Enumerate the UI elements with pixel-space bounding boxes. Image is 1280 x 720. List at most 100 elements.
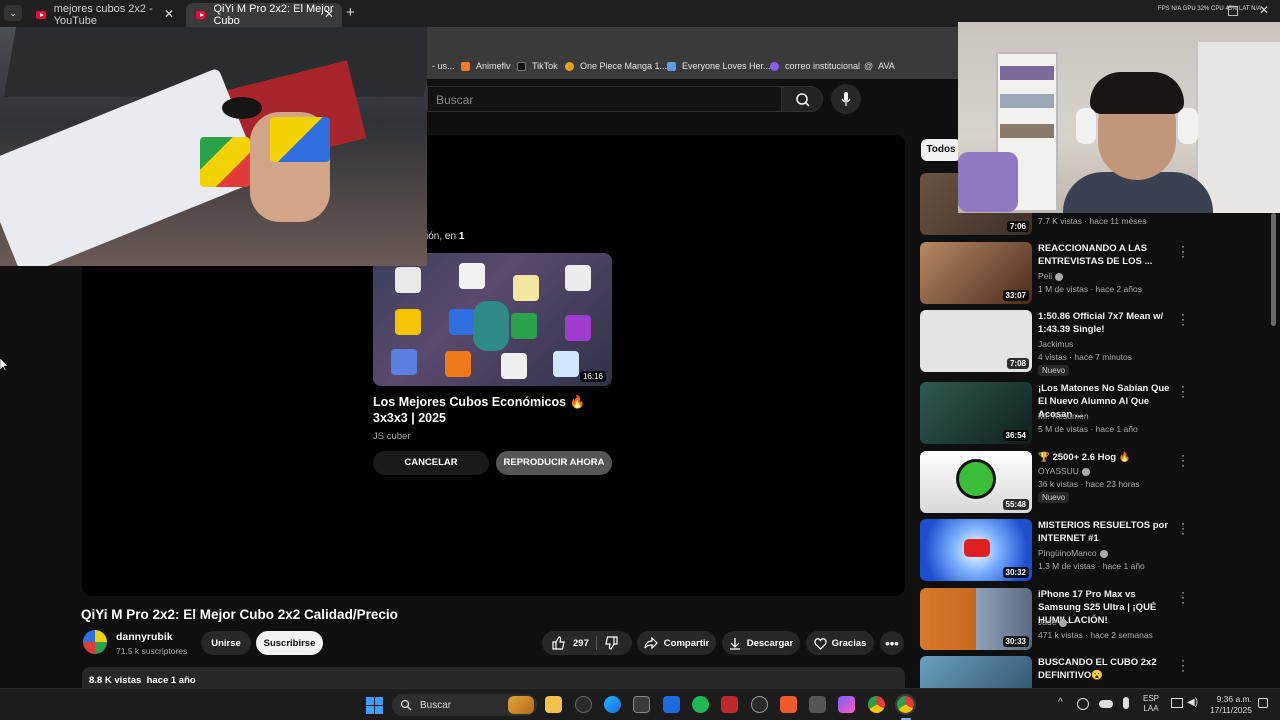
chrome-active-icon[interactable] (895, 694, 916, 715)
channel-name[interactable]: Mr. Resumen (1038, 411, 1089, 421)
new-tab-plus-icon[interactable]: + (346, 4, 355, 21)
channel-name: OYASSUU (1038, 466, 1079, 476)
dislike-icon[interactable] (605, 636, 619, 650)
network-icon[interactable] (1171, 698, 1183, 708)
bookmark-item[interactable]: - us... (432, 61, 455, 71)
onedrive-icon[interactable] (1099, 700, 1113, 708)
recommendation-item[interactable]: 33:07 REACCIONANDO A LAS ENTREVISTAS DE … (920, 240, 1190, 304)
tab-search-chevron-icon[interactable]: ⌄ (4, 5, 22, 21)
recommendation-item[interactable]: 30:32 MISTERIOS RESUELTOS por INTERNET #… (920, 517, 1190, 581)
channel-avatar[interactable] (83, 630, 107, 654)
channel-line[interactable]: PingüinoManco (1038, 548, 1108, 558)
more-vertical-icon[interactable]: · · · (1178, 308, 1188, 330)
more-vertical-icon[interactable]: · · · (1178, 380, 1188, 402)
like-count[interactable]: 297 (573, 638, 589, 649)
subscribe-button[interactable]: Suscribirse (256, 631, 323, 655)
recommendation-item[interactable]: 36:54 ¡Los Matones No Sabían Que El Nuev… (920, 380, 1190, 444)
outlook-icon[interactable] (663, 696, 680, 713)
youtube-favicon-icon (196, 11, 206, 19)
channel-name[interactable]: dannyrubik (116, 631, 173, 643)
tab-qiyi-video[interactable]: QiYi M Pro 2x2: El Mejor Cubo ✕ (186, 3, 342, 27)
app-icon[interactable] (721, 696, 738, 713)
steam-icon[interactable] (751, 696, 768, 713)
notification-bell-icon[interactable] (1258, 698, 1268, 708)
tray-mic-icon[interactable] (1123, 697, 1129, 709)
app-icon[interactable] (575, 696, 592, 713)
thanks-button[interactable]: Gracias (806, 631, 874, 655)
search-input[interactable]: Buscar (427, 86, 782, 112)
view-meta: 471 k vistas · hace 2 semanas (1038, 630, 1153, 640)
share-button[interactable]: Compartir (637, 631, 716, 655)
voice-search-button[interactable] (831, 84, 861, 114)
video-thumbnail[interactable]: 30:32 (920, 519, 1032, 581)
upnext-thumbnail[interactable]: 16:16 (373, 253, 612, 386)
tray-chevron-icon[interactable]: ^ (1058, 697, 1063, 708)
bookmark-item[interactable]: Everyone Loves Her... (667, 61, 771, 71)
video-title[interactable]: BUSCANDO EL CUBO 2x2 DEFINITIVO😮 (1038, 656, 1178, 682)
volume-icon[interactable]: ◀) (1187, 697, 1198, 708)
tab-close-icon[interactable]: ✕ (324, 7, 334, 21)
search-highlight-icon (508, 696, 534, 714)
more-actions-button[interactable]: ••• (880, 631, 904, 655)
cancel-autoplay-button[interactable]: CANCELAR (373, 451, 489, 475)
channel-line[interactable]: Jade (1038, 617, 1068, 627)
more-vertical-icon[interactable]: · · · (1178, 586, 1188, 608)
view-meta: 7.7 K vistas · hace 11 meses (1038, 216, 1147, 226)
search-button[interactable] (781, 86, 823, 112)
bookmark-item[interactable]: TikTok (517, 61, 558, 71)
language-indicator[interactable]: ESP LAA (1143, 694, 1159, 714)
channel-name: Peli (1038, 271, 1053, 281)
tab-mejores-cubos[interactable]: mejores cubos 2x2 - YouTube ✕ (26, 3, 182, 27)
video-thumbnail[interactable]: 30:33 (920, 588, 1032, 650)
filter-chip-all[interactable]: Todos (921, 139, 961, 161)
channel-line[interactable]: OYASSUU (1038, 466, 1090, 476)
subscriber-count: 71.5 k suscriptores (116, 646, 188, 656)
channel-line[interactable]: Peli (1038, 271, 1064, 281)
windows-start-icon[interactable] (366, 697, 383, 714)
window-close-icon[interactable]: ✕ (1259, 3, 1269, 17)
more-vertical-icon[interactable]: · · · (1178, 449, 1188, 471)
recommendation-item[interactable]: BUSCANDO EL CUBO 2x2 DEFINITIVO😮 · · · (920, 656, 1190, 688)
video-thumbnail[interactable]: 36:54 (920, 382, 1032, 444)
upnext-title[interactable]: Los Mejores Cubos Económicos 🔥 3x3x3 | 2… (373, 394, 623, 426)
video-thumbnail[interactable] (920, 656, 1032, 688)
tab-close-icon[interactable]: ✕ (164, 7, 174, 21)
video-title[interactable]: 1:50.86 Official 7x7 Mean w/ 1:43.39 Sin… (1038, 310, 1178, 336)
more-vertical-icon[interactable]: · · · (1178, 656, 1188, 676)
video-title[interactable]: REACCIONANDO A LAS ENTREVISTAS DE LOS ..… (1038, 242, 1178, 268)
more-vertical-icon[interactable]: · · · (1178, 240, 1188, 262)
recommendation-item[interactable]: 30:33 iPhone 17 Pro Max vs Samsung S25 U… (920, 586, 1190, 650)
video-title[interactable]: 🏆 2500+ 2.6 Hog 🔥 (1038, 451, 1178, 464)
bookmark-item[interactable]: correo institucional (770, 61, 860, 71)
download-button[interactable]: Descargar (722, 631, 800, 655)
bookmark-item[interactable]: One Piece Manga 1... (565, 61, 667, 71)
recommendation-item[interactable]: 7:08 1:50.86 Official 7x7 Mean w/ 1:43.3… (920, 308, 1190, 376)
system-clock[interactable]: 9:36 a.m. 17/11/2025 (1204, 694, 1252, 716)
bookmark-item[interactable]: @ AVA (864, 61, 895, 71)
edge-browser-icon[interactable] (604, 696, 621, 713)
more-vertical-icon[interactable]: · · · (1178, 517, 1188, 539)
brave-browser-icon[interactable] (780, 696, 797, 713)
video-thumbnail[interactable]: 7:08 (920, 310, 1032, 372)
play-now-button[interactable]: REPRODUCIR AHORA (496, 451, 612, 475)
calculator-icon[interactable] (809, 696, 826, 713)
sidebar-scrollbar[interactable] (1271, 213, 1276, 326)
taskbar-search[interactable]: Buscar (392, 694, 537, 716)
chair-shape (958, 152, 1018, 212)
join-button[interactable]: Unirse (201, 631, 251, 655)
spotify-icon[interactable] (692, 696, 709, 713)
like-icon[interactable] (551, 636, 565, 650)
chrome-icon[interactable] (868, 696, 885, 713)
video-title[interactable]: MISTERIOS RESUELTOS por INTERNET #1 (1038, 519, 1178, 545)
file-explorer-icon[interactable] (545, 696, 562, 713)
recommendation-item[interactable]: 55:48 🏆 2500+ 2.6 Hog 🔥 OYASSUU 36 k vis… (920, 449, 1190, 513)
bookmark-item[interactable]: Animeflv (461, 61, 511, 71)
copilot-icon[interactable] (838, 696, 855, 713)
animeflv-icon (461, 61, 470, 71)
channel-name[interactable]: Jackimus (1038, 339, 1073, 349)
window-restore-icon[interactable] (1228, 6, 1238, 16)
tray-sync-icon[interactable] (1077, 698, 1089, 710)
video-thumbnail[interactable]: 55:48 (920, 451, 1032, 513)
video-thumbnail[interactable]: 33:07 (920, 242, 1032, 304)
store-icon[interactable] (633, 696, 650, 713)
